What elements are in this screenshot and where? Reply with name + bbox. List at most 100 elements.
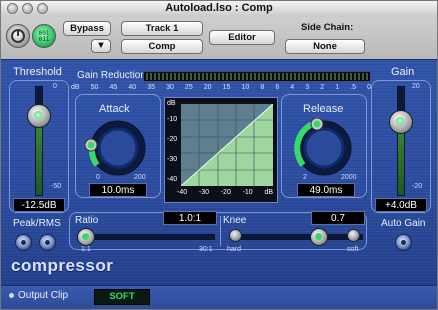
- meter-segment: [274, 73, 276, 80]
- link-button[interactable]: [6, 24, 30, 48]
- meter-segment: [334, 73, 336, 80]
- knee-slider-track[interactable]: [231, 234, 363, 240]
- gain-label: Gain: [391, 66, 415, 78]
- binary-icon: 001 011: [38, 30, 50, 43]
- gr-scale-label: 50: [90, 84, 99, 91]
- threshold-label: Threshold: [13, 66, 62, 78]
- plugin-selector[interactable]: Comp: [121, 39, 203, 54]
- release-label: Release: [303, 103, 344, 115]
- meter-segment: [330, 73, 332, 80]
- release-knob[interactable]: [287, 118, 361, 178]
- transfer-graph: dB -10 -20 -30 -40 -40 -30 -20 -10 dB: [164, 97, 278, 203]
- ratio-slider-track[interactable]: [83, 234, 215, 240]
- handle-led: [396, 117, 404, 125]
- gr-scale-label: 40: [128, 84, 137, 91]
- gr-scale-label: 25: [184, 84, 193, 91]
- meter-segment: [346, 73, 348, 80]
- gain-reduction-meter-segments: [146, 73, 368, 80]
- gain-reduction-label: Gain Reduction: [77, 70, 146, 81]
- meter-segment: [202, 73, 204, 80]
- meter-segment: [214, 73, 216, 80]
- peak-rms-label: Peak/RMS: [13, 218, 61, 229]
- side-chain-label: Side Chain:: [301, 22, 354, 33]
- meter-segment: [262, 73, 264, 80]
- meter-segment: [166, 73, 168, 80]
- meter-segment: [290, 73, 292, 80]
- ratio-knee-divider: [220, 216, 221, 246]
- graph-x-tick: -30: [198, 189, 209, 196]
- meter-segment: [246, 73, 248, 80]
- bypass-button[interactable]: Bypass: [63, 21, 111, 36]
- meter-segment: [170, 73, 172, 80]
- meter-segment: [250, 73, 252, 80]
- threshold-readout: -12.5dB: [13, 198, 65, 212]
- footer-bar: Output Clip SOFT: [1, 285, 437, 309]
- release-max: 2000: [341, 174, 357, 181]
- soft-clip-button[interactable]: SOFT: [94, 289, 150, 305]
- graph-x-tick: -20: [220, 189, 231, 196]
- gr-scale-label: 1: [335, 84, 340, 91]
- gr-scale-label: 20: [203, 84, 212, 91]
- gr-scale-label: 45: [109, 84, 118, 91]
- knee-label: Knee: [223, 215, 247, 226]
- knee-soft-stop: [347, 229, 360, 242]
- gain-slider-handle[interactable]: [389, 110, 413, 134]
- gr-scale-label: 35: [147, 84, 155, 91]
- meter-segment: [186, 73, 188, 80]
- meter-segment: [282, 73, 284, 80]
- meter-segment: [222, 73, 224, 80]
- graph-y-tick: -30: [167, 156, 178, 163]
- ratio-label: Ratio: [75, 215, 99, 226]
- meter-segment: [226, 73, 228, 80]
- track-selector[interactable]: Track 1: [121, 21, 203, 36]
- threshold-slider-handle[interactable]: [27, 104, 51, 128]
- attack-readout: 10.0ms: [89, 183, 147, 197]
- meter-segment: [242, 73, 244, 80]
- attack-min: 0: [96, 174, 100, 181]
- threshold-slider-track[interactable]: [35, 86, 43, 196]
- meter-segment: [366, 73, 368, 80]
- graph-y-tick: -10: [167, 116, 178, 123]
- gr-scale-label: 6: [275, 84, 280, 91]
- meter-segment: [146, 73, 148, 80]
- meter-segment: [314, 73, 316, 80]
- graph-y-tick: -40: [167, 176, 178, 183]
- rms-radio[interactable]: [39, 234, 56, 251]
- meter-segment: [322, 73, 324, 80]
- ratio-min: 1:1: [81, 246, 91, 253]
- meter-segment: [362, 73, 364, 80]
- side-chain-selector[interactable]: None: [285, 39, 365, 54]
- attack-knob[interactable]: [81, 118, 155, 178]
- ratio-slider-handle[interactable]: [77, 228, 95, 246]
- auto-gain-toggle[interactable]: [395, 234, 412, 251]
- gr-scale-label: 15: [222, 84, 231, 91]
- meter-segment: [350, 73, 352, 80]
- meter-segment: [254, 73, 256, 80]
- window-title: Autoload.lso : Comp: [165, 2, 273, 14]
- meter-segment: [174, 73, 176, 80]
- dropdown-button[interactable]: ▼: [91, 39, 111, 53]
- gain-slider-track[interactable]: [397, 86, 405, 196]
- meter-segment: [298, 73, 300, 80]
- meter-segment: [286, 73, 288, 80]
- transfer-curve-plot: [181, 104, 273, 186]
- gr-scale-label: 30: [166, 84, 174, 91]
- peak-radio[interactable]: [15, 234, 32, 251]
- meter-segment: [210, 73, 212, 80]
- plugin-window: Autoload.lso : Comp 001 011 Bypass ▼ Tra…: [0, 0, 438, 310]
- power-button[interactable]: 001 011: [32, 24, 56, 48]
- editor-button[interactable]: Editor: [209, 30, 275, 45]
- knee-slider-handle[interactable]: [310, 228, 328, 246]
- gr-scale-label: 2: [320, 84, 325, 91]
- graph-y-tick: -20: [167, 136, 178, 143]
- meter-segment: [258, 73, 260, 80]
- meter-segment: [234, 73, 236, 80]
- release-min: 2: [303, 174, 307, 181]
- handle-led: [82, 233, 89, 240]
- link-icon: [11, 29, 25, 43]
- output-clip-label: Output Clip: [18, 290, 69, 301]
- graph-x-tick: dB: [264, 189, 273, 196]
- threshold-bottom-tick: -50: [51, 183, 62, 190]
- graph-x-tick: -40: [177, 189, 188, 196]
- gain-top-tick: 20: [412, 83, 420, 90]
